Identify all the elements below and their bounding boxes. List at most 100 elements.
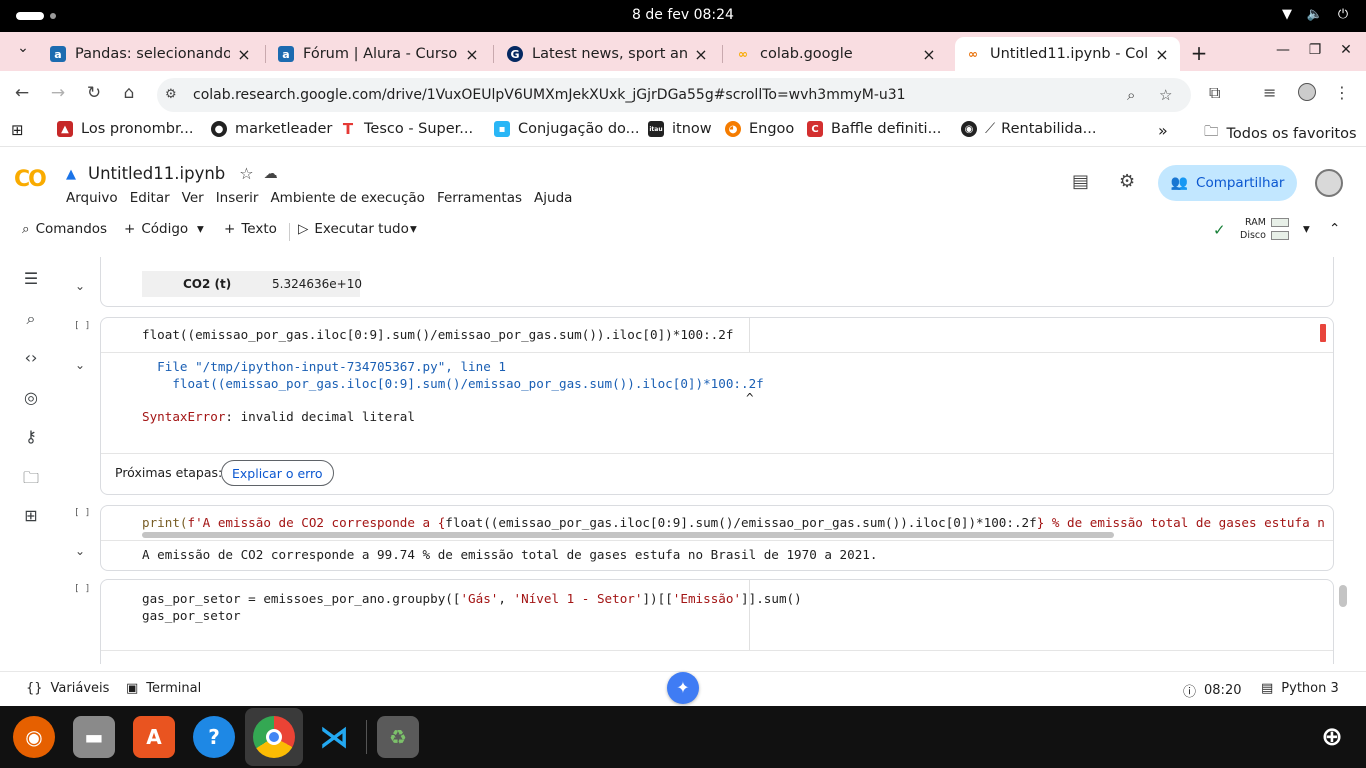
exec-count[interactable]: [ ] <box>74 508 90 518</box>
secrets-icon[interactable]: ◎ <box>20 388 42 407</box>
settings-gear-icon[interactable]: ⚙ <box>1119 171 1135 192</box>
close-icon[interactable]: × <box>1154 45 1170 64</box>
bookmark-item[interactable]: ● marketleader <box>211 121 332 137</box>
vertical-scrollbar[interactable] <box>1339 585 1347 607</box>
add-text-button[interactable]: + Texto <box>224 221 277 237</box>
collapse-header-icon[interactable]: ⌃ <box>1329 221 1340 237</box>
site-info-icon[interactable]: ⚙ <box>165 87 177 102</box>
system-tray[interactable]: ▼ 🔈 ⏻ <box>1278 7 1352 22</box>
cloud-sync-icon[interactable]: ☁ <box>264 166 278 182</box>
exec-count[interactable]: [ ] <box>74 321 90 331</box>
code-cell[interactable]: float((emissao_por_gas.iloc[0:9].sum()/e… <box>100 317 1334 495</box>
chrome-menu-icon[interactable]: ⋮ <box>1334 83 1350 102</box>
share-button[interactable]: 👥 Compartilhar <box>1158 165 1297 201</box>
runtime-indicator[interactable]: ▤ Python 3 <box>1261 681 1339 696</box>
close-icon[interactable]: × <box>236 45 252 64</box>
comments-icon[interactable]: ▤ <box>1072 171 1089 192</box>
notebook-title[interactable]: Untitled11.ipynb <box>88 164 225 183</box>
menu-arquivo[interactable]: Arquivo <box>66 190 118 206</box>
toc-icon[interactable]: ☰ <box>20 269 42 288</box>
bookmark-item[interactable]: itau itnow <box>648 121 712 137</box>
menu-ajuda[interactable]: Ajuda <box>534 190 572 206</box>
code-snippets-icon[interactable]: ‹› <box>20 348 42 367</box>
menu-ambiente[interactable]: Ambiente de execução <box>270 190 425 206</box>
system-clock[interactable]: 8 de fev 08:24 <box>0 7 1366 23</box>
user-avatar[interactable] <box>1315 169 1343 197</box>
exec-count[interactable]: [ ] <box>74 584 90 594</box>
code-cell[interactable]: gas_por_setor = emissoes_por_ano.groupby… <box>100 579 1334 664</box>
app-center-icon[interactable]: A <box>133 716 175 758</box>
menu-inserir[interactable]: Inserir <box>216 190 259 206</box>
bookmark-item[interactable]: ◕ Engoo <box>725 121 794 137</box>
zoom-icon[interactable]: ⌕ <box>1127 86 1135 104</box>
omnibox[interactable]: ⚙ colab.research.google.com/drive/1VuxOE… <box>157 78 1191 112</box>
forward-arrow-icon[interactable]: → <box>47 83 69 105</box>
bookmark-star-icon[interactable]: ☆ <box>1159 86 1172 104</box>
gemini-sparkle-icon[interactable]: ✦ <box>667 672 699 704</box>
code-line[interactable]: gas_por_setor <box>142 608 241 623</box>
commands-button[interactable]: ⌕ Comandos <box>22 221 107 237</box>
horizontal-scrollbar[interactable] <box>142 532 1114 538</box>
explain-error-button[interactable]: Explicar o erro <box>221 460 334 486</box>
code-dropdown-icon[interactable]: ▾ <box>197 221 204 237</box>
collapse-output-icon[interactable]: ⌄ <box>75 544 85 558</box>
vscode-icon[interactable]: ⋊ <box>313 716 355 758</box>
data-table-icon[interactable]: ⊞ <box>20 506 42 525</box>
all-bookmarks-folder[interactable]: 🗀 Todos os favoritos <box>1204 121 1357 146</box>
apps-grid-icon[interactable]: ⊞ <box>11 121 24 139</box>
more-bookmarks-button[interactable]: » <box>1158 121 1168 140</box>
runtime-dropdown-icon[interactable]: ▾ <box>1303 221 1310 237</box>
maximize-icon[interactable]: ❐ <box>1305 42 1325 58</box>
bookmark-item[interactable]: ◉ ⟋ Rentabilida... <box>961 121 1096 137</box>
chrome-app-tile[interactable] <box>245 708 303 766</box>
back-arrow-icon[interactable]: ← <box>11 83 33 105</box>
browser-tab[interactable]: a Fórum | Alura - Cursos o × <box>268 37 490 71</box>
files-icon[interactable]: 🗀 <box>20 467 42 494</box>
menu-ver[interactable]: Ver <box>182 190 204 206</box>
profile-avatar[interactable] <box>1298 83 1316 101</box>
run-all-button[interactable]: ▷ Executar tudo <box>298 221 409 237</box>
close-icon[interactable]: × <box>464 45 480 64</box>
bookmark-item[interactable]: C Baffle definiti... <box>807 121 941 137</box>
execution-time[interactable]: ⓘ 08:20 <box>1183 681 1241 700</box>
show-apps-icon[interactable]: ⊕ <box>1311 716 1353 758</box>
code-line[interactable]: gas_por_setor = emissoes_por_ano.groupby… <box>142 591 802 606</box>
files-icon[interactable]: ▬ <box>73 716 115 758</box>
bookmark-item[interactable]: T Tesco - Super... <box>340 120 473 138</box>
code-line[interactable]: print(f'A emissão de CO2 corresponde a {… <box>142 515 1325 530</box>
variables-button[interactable]: {} Variáveis <box>26 681 109 696</box>
new-tab-button[interactable]: + <box>1188 41 1210 65</box>
media-controls-icon[interactable]: ≡ <box>1263 83 1276 102</box>
key-icon[interactable]: ⚷ <box>20 427 42 446</box>
code-cell[interactable]: print(f'A emissão de CO2 corresponde a {… <box>100 505 1334 571</box>
firefox-icon[interactable]: ◉ <box>13 716 55 758</box>
run-all-dropdown-icon[interactable]: ▾ <box>410 221 417 237</box>
bookmark-item[interactable]: ▲ Los pronombr... <box>57 121 193 137</box>
bookmark-item[interactable]: ▪ Conjugação do... <box>494 121 639 137</box>
star-icon[interactable]: ☆ <box>239 164 253 183</box>
code-line[interactable]: float((emissao_por_gas.iloc[0:9].sum()/e… <box>142 327 733 342</box>
window-close-icon[interactable]: ✕ <box>1336 42 1356 58</box>
menu-editar[interactable]: Editar <box>130 190 170 206</box>
add-code-button[interactable]: + Código <box>124 221 188 237</box>
trash-icon[interactable]: ♻ <box>377 716 419 758</box>
url-text[interactable]: colab.research.google.com/drive/1VuxOEUl… <box>193 87 906 103</box>
help-icon[interactable]: ? <box>193 716 235 758</box>
browser-tab[interactable]: G Latest news, sport and o × <box>497 37 719 71</box>
browser-tab[interactable]: a Pandas: selecionando e × <box>40 37 262 71</box>
home-icon[interactable]: ⌂ <box>118 83 140 105</box>
collapse-output-icon[interactable]: ⌄ <box>75 358 85 372</box>
colab-logo[interactable]: CO <box>14 167 47 192</box>
close-icon[interactable]: × <box>921 45 937 64</box>
browser-tab[interactable]: ∞ colab.google × <box>725 37 947 71</box>
reload-icon[interactable]: ↻ <box>83 83 105 105</box>
collapse-output-icon[interactable]: ⌄ <box>75 279 85 293</box>
browser-tab-active[interactable]: ∞ Untitled11.ipynb - Colab × <box>955 37 1180 71</box>
menu-ferramentas[interactable]: Ferramentas <box>437 190 522 206</box>
extensions-icon[interactable]: ⧉ <box>1209 83 1220 103</box>
close-icon[interactable]: × <box>693 45 709 64</box>
tab-search-icon[interactable]: ⌄ <box>12 40 34 62</box>
terminal-button[interactable]: ▣ Terminal <box>126 681 201 696</box>
minimize-icon[interactable]: — <box>1273 42 1293 58</box>
find-icon[interactable]: ⌕ <box>20 309 42 329</box>
